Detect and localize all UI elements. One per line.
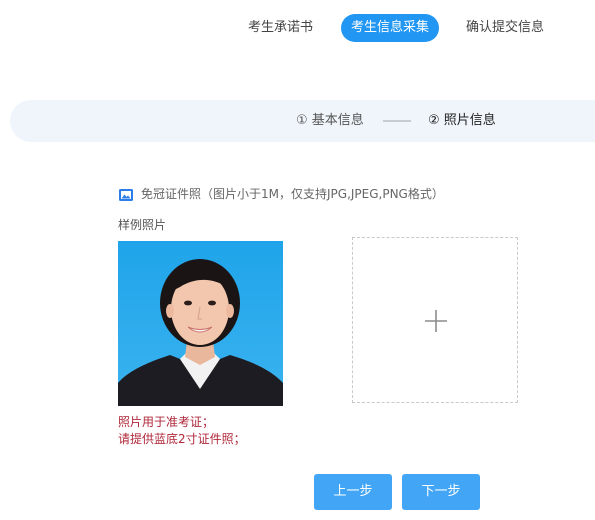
image-icon bbox=[119, 188, 133, 201]
tab-candidate-pledge[interactable]: 考生承诺书 bbox=[248, 14, 313, 42]
top-step-tabs: 考生承诺书 考生信息采集 确认提交信息 bbox=[0, 14, 595, 44]
next-step-button[interactable]: 下一步 bbox=[402, 474, 480, 510]
tab-info-collection[interactable]: 考生信息采集 bbox=[341, 14, 439, 42]
photo-section-title: 免冠证件照（图片小于1M，仅支持JPG,JPEG,PNG格式） bbox=[119, 185, 444, 203]
tab-confirm-submit[interactable]: 确认提交信息 bbox=[466, 14, 544, 42]
sub-step-divider bbox=[383, 120, 411, 122]
photo-upload-box[interactable] bbox=[352, 237, 518, 403]
sub-step-photo-info[interactable]: ② 照片信息 bbox=[428, 100, 496, 142]
prev-step-button[interactable]: 上一步 bbox=[314, 474, 392, 510]
plus-icon bbox=[425, 310, 447, 332]
sample-photo bbox=[118, 241, 283, 406]
sample-photo-label: 样例照片 bbox=[118, 218, 167, 232]
page: 考生承诺书 考生信息采集 确认提交信息 ① 基本信息 ② 照片信息 免冠证件照（… bbox=[0, 0, 595, 520]
photo-section-title-text: 免冠证件照（图片小于1M，仅支持JPG,JPEG,PNG格式） bbox=[141, 187, 444, 201]
sub-step-basic-info[interactable]: ① 基本信息 bbox=[296, 100, 364, 142]
sub-step-bar: ① 基本信息 ② 照片信息 bbox=[10, 100, 595, 142]
photo-note-admission: 照片用于准考证； bbox=[118, 415, 215, 429]
photo-note-blue-background: 请提供蓝底2寸证件照； bbox=[118, 432, 246, 446]
